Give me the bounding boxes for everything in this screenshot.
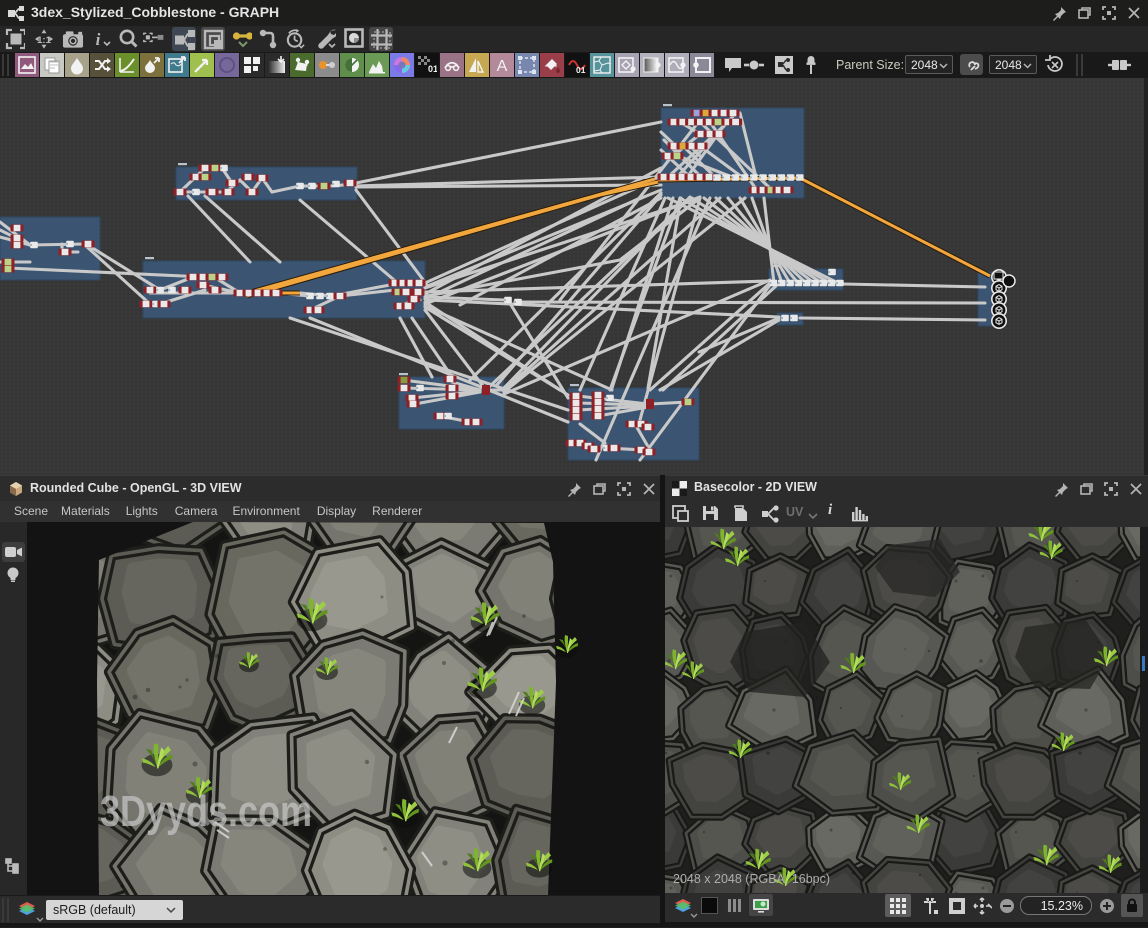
svg-text:01: 01 — [576, 65, 586, 75]
svg-text:A: A — [497, 58, 508, 75]
svg-text:01: 01 — [428, 64, 437, 74]
svg-text:3Dyyds.com: 3Dyyds.com — [100, 787, 312, 836]
svg-text:2048 x 2048 (RGBA, 16bpc): 2048 x 2048 (RGBA, 16bpc) — [673, 872, 830, 886]
svg-text:i: i — [96, 30, 101, 49]
